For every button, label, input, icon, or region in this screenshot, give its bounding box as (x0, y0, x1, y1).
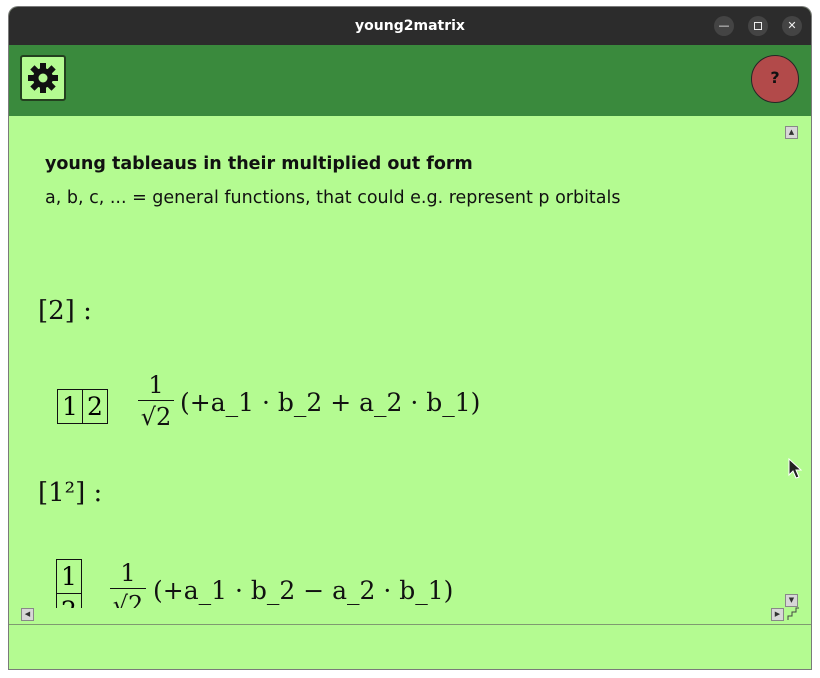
settings-button[interactable] (20, 55, 66, 101)
maximize-icon (754, 22, 762, 30)
fraction-numerator: 1 (148, 371, 164, 399)
expression: (+a_1 · b_2 + a_2 · b_1) (180, 388, 481, 417)
close-icon: ✕ (787, 19, 797, 32)
window-title: young2matrix (355, 18, 465, 34)
young-tableau: 1 2 (57, 389, 108, 424)
title-bar[interactable]: young2matrix — ✕ (9, 7, 811, 45)
fraction-numerator: 1 (120, 559, 136, 587)
status-bar (9, 625, 811, 669)
tableau-cell: 1 (56, 559, 82, 594)
scroll-left-arrow[interactable]: ◀ (21, 608, 34, 621)
partition-label: [2] : (38, 296, 92, 326)
partition-label: [1²] : (38, 478, 103, 508)
page-subtitle: a, b, c, ... = general functions, that c… (45, 188, 621, 208)
mouse-cursor-icon (788, 457, 803, 484)
tableau-cell: 1 (57, 389, 83, 424)
page-heading: young tableaus in their multiplied out f… (45, 154, 473, 174)
maximize-button[interactable] (748, 16, 768, 36)
fraction-denominator: √2 (140, 403, 172, 431)
expression: (+a_1 · b_2 − a_2 · b_1) (153, 576, 454, 605)
resize-grip-icon[interactable] (786, 606, 800, 620)
scroll-up-arrow[interactable]: ▲ (785, 126, 798, 139)
minimize-icon: — (718, 19, 730, 32)
tableau-cell: 2 (82, 389, 108, 424)
close-button[interactable]: ✕ (782, 16, 802, 36)
help-button[interactable]: ? (751, 55, 799, 103)
minimize-button[interactable]: — (714, 16, 734, 36)
app-window: young2matrix — ✕ ? young tableaus in the… (9, 7, 811, 669)
tableau-view[interactable]: young tableaus in their multiplied out f… (9, 116, 811, 624)
normalization-fraction: 1 √2 (138, 370, 174, 431)
scroll-right-arrow[interactable]: ▶ (771, 608, 784, 621)
toolbar: ? (9, 45, 811, 116)
